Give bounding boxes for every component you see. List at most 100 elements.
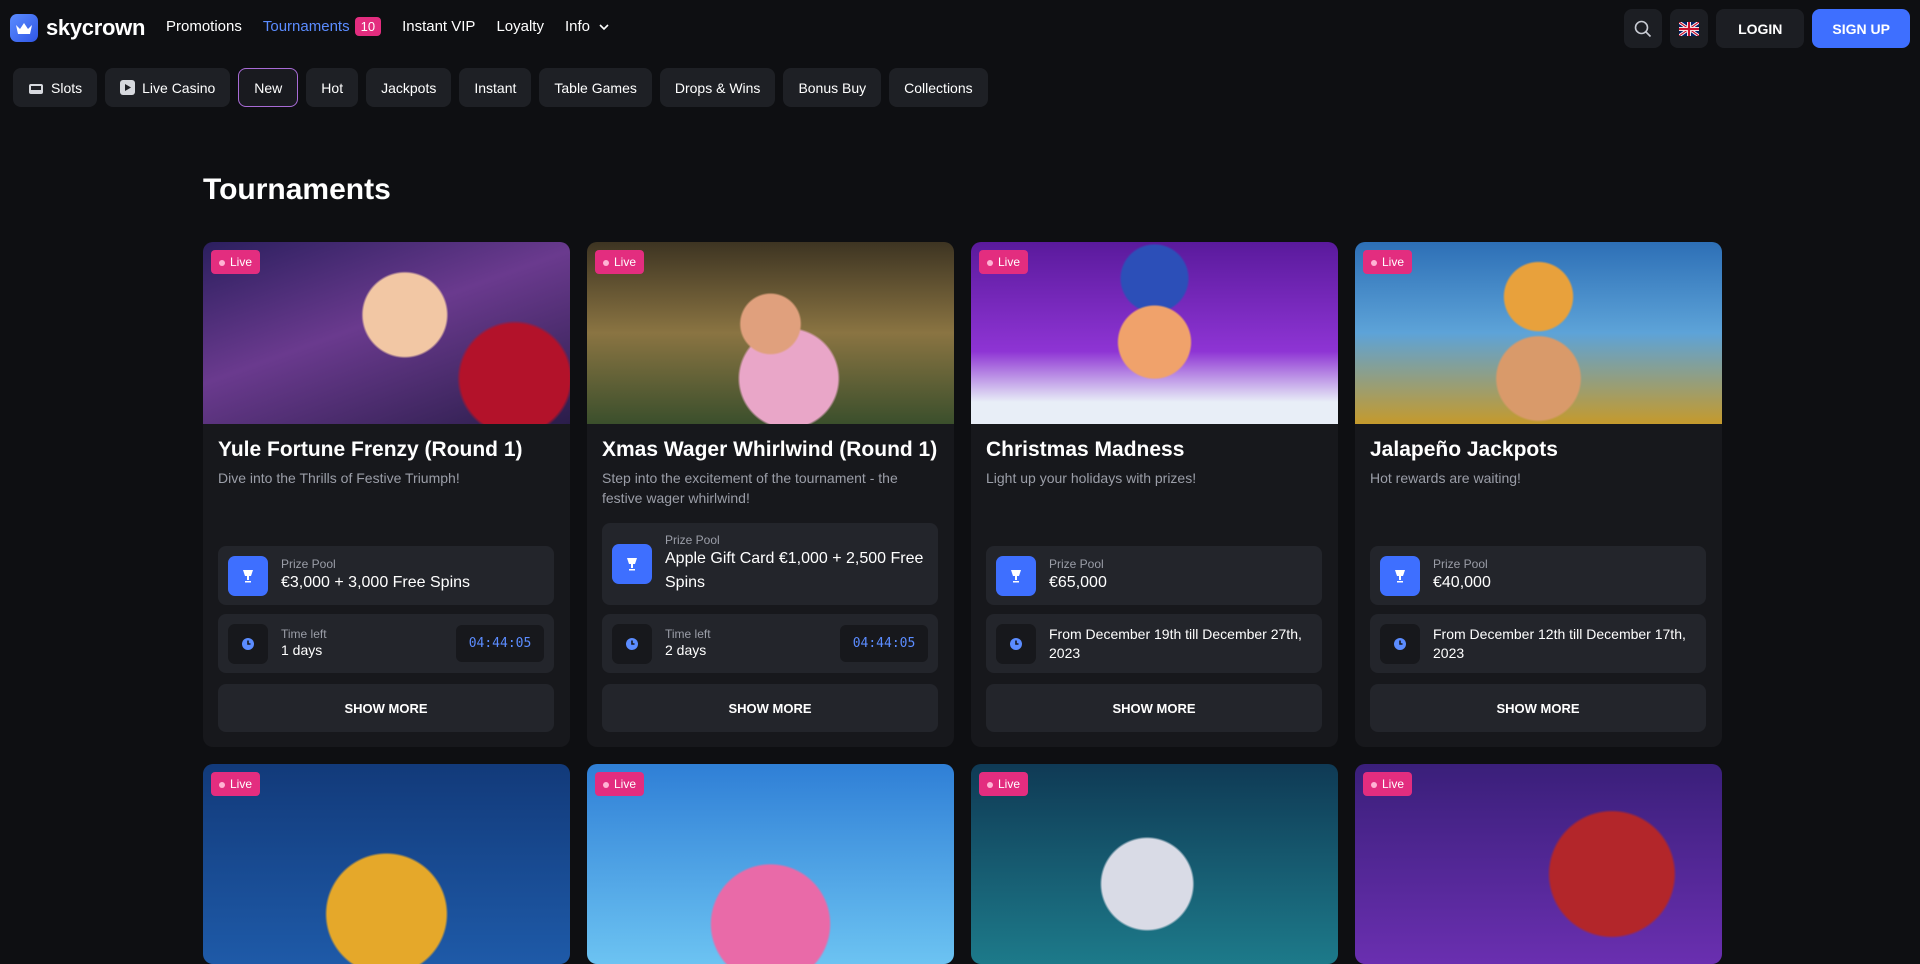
prize-pool-box: Prize Pool €3,000 + 3,000 Free Spins [218,546,554,605]
clock-icon [228,623,268,664]
main-nav: Promotions Tournaments 10 Instant VIP Loy… [166,17,609,36]
prize-pool-label: Prize Pool [281,556,336,571]
prize-pool-label: Prize Pool [665,533,720,547]
countdown-timer: 04:44:05 [456,625,544,662]
tournament-banner[interactable]: Live [971,242,1338,424]
trophy-icon [996,555,1036,596]
live-badge: Live [595,250,645,274]
live-badge: Live [211,250,261,274]
live-badge: Live [1363,250,1413,274]
nav-loyalty[interactable]: Loyalty [496,18,544,35]
tournament-card: Live [203,764,570,964]
tournament-banner[interactable]: Live [203,764,570,964]
nav-info[interactable]: Info [565,18,609,35]
nav-tournaments-label: Tournaments [262,18,350,35]
date-range-value: From December 19th till December 27th, 2… [1049,625,1302,661]
tournament-banner[interactable]: Live [587,764,954,964]
show-more-button[interactable]: SHOW MORE [602,684,938,732]
brand-name: skycrown [46,15,146,40]
prize-pool-label: Prize Pool [1049,556,1104,571]
category-table-games[interactable]: Table Games [539,68,652,107]
chevron-down-icon [599,24,609,31]
date-range-box: From December 19th till December 27th, 2… [986,614,1322,673]
prize-pool-box: Prize Pool Apple Gift Card €1,000 + 2,500… [602,523,938,605]
show-more-button[interactable]: SHOW MORE [986,684,1322,732]
trophy-icon [228,555,268,596]
time-left-label: Time left [665,627,711,641]
brand-logo[interactable]: skycrown [10,14,145,42]
tournament-card: Live [971,764,1338,964]
nav-tournaments[interactable]: Tournaments 10 [262,17,382,36]
category-slots[interactable]: Slots [13,68,98,107]
date-range-value: From December 12th till December 17th, 2… [1433,625,1686,661]
category-new[interactable]: New [238,68,299,107]
clock-icon [612,623,652,664]
page-title: Tournaments [203,173,391,206]
prize-pool-value: Apple Gift Card €1,000 + 2,500 Free Spin… [665,550,924,591]
tournament-card: Live Yule Fortune Frenzy (Round 1) Dive … [203,242,570,747]
tournament-card: Live Xmas Wager Whirlwind (Round 1) Step… [587,242,954,747]
prize-pool-box: Prize Pool €40,000 [1370,546,1706,605]
category-collections[interactable]: Collections [889,68,988,107]
time-left-label: Time left [281,627,327,641]
date-range-box: From December 12th till December 17th, 2… [1370,614,1706,673]
tournament-card: Live [1355,764,1722,964]
nav-info-label: Info [564,18,590,35]
live-badge: Live [595,772,645,796]
tournament-title: Jalapeño Jackpots [1370,438,1558,461]
tournament-subtitle: Dive into the Thrills of Festive Triumph… [218,470,460,486]
category-jackpots[interactable]: Jackpots [366,68,452,107]
tournament-title: Christmas Madness [986,438,1185,461]
show-more-button[interactable]: SHOW MORE [218,684,554,732]
tournament-title: Yule Fortune Frenzy (Round 1) [218,438,523,461]
slot-machine-icon [29,83,43,94]
search-icon [1634,20,1652,37]
tournament-subtitle: Hot rewards are waiting! [1370,470,1521,486]
login-button[interactable]: LOGIN [1716,9,1805,48]
header-actions: LOGIN SIGN UP [1624,9,1910,48]
live-badge: Live [979,250,1029,274]
category-label: Slots [51,79,83,96]
prize-pool-label: Prize Pool [1433,556,1488,571]
trophy-icon [1380,555,1420,596]
signup-button[interactable]: SIGN UP [1812,9,1910,48]
show-more-button[interactable]: SHOW MORE [1370,684,1706,732]
nav-promotions[interactable]: Promotions [166,18,242,35]
time-left-box: Time left 1 days 04:44:05 [218,614,554,673]
trophy-icon [612,544,652,584]
live-badge: Live [979,772,1029,796]
category-hot[interactable]: Hot [306,68,359,107]
top-header: skycrown Promotions Tournaments 10 Instan… [0,0,1920,58]
clock-icon [1380,623,1420,664]
search-button[interactable] [1624,9,1663,48]
category-live-casino[interactable]: Live Casino [105,68,231,107]
live-badge: Live [211,772,261,796]
countdown-timer: 04:44:05 [840,625,928,662]
tournament-grid: Live Yule Fortune Frenzy (Round 1) Dive … [203,242,1722,964]
crown-icon [10,14,38,42]
clock-icon [996,623,1036,664]
tournament-card: Live Christmas Madness Light up your hol… [971,242,1338,747]
tournaments-count-badge: 10 [354,17,382,36]
live-badge: Live [1363,772,1413,796]
tournament-card: Live [587,764,954,964]
language-button[interactable] [1670,9,1709,48]
category-instant[interactable]: Instant [459,68,532,107]
tournament-banner[interactable]: Live [1355,242,1722,424]
prize-pool-box: Prize Pool €65,000 [986,546,1322,605]
tournament-banner[interactable]: Live [1355,764,1722,964]
tournament-banner[interactable]: Live [203,242,570,424]
category-bonus-buy[interactable]: Bonus Buy [783,68,882,107]
tournament-banner[interactable]: Live [971,764,1338,964]
category-drops-wins[interactable]: Drops & Wins [659,68,776,107]
tournament-banner[interactable]: Live [587,242,954,424]
nav-instant-vip[interactable]: Instant VIP [402,18,475,35]
tournament-subtitle: Step into the excitement of the tourname… [602,470,898,506]
tournament-title: Xmas Wager Whirlwind (Round 1) [602,438,938,461]
prize-pool-value: €65,000 [1049,573,1107,591]
tournament-subtitle: Light up your holidays with prizes! [986,470,1197,486]
uk-flag-icon [1679,21,1700,36]
prize-pool-value: €3,000 + 3,000 Free Spins [281,573,471,591]
time-left-value: 1 days [281,642,323,658]
tournament-card: Live Jalapeño Jackpots Hot rewards are w… [1355,242,1722,747]
